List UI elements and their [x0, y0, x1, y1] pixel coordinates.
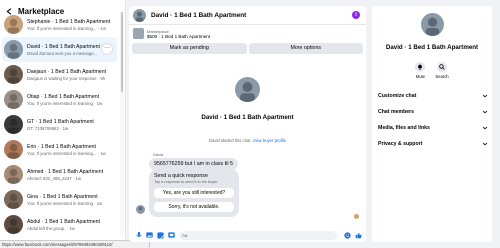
chevron-down-icon: [482, 94, 488, 98]
sticker-icon[interactable]: [157, 231, 164, 239]
more-options-icon[interactable]: ···: [101, 43, 113, 55]
quick-response-subtitle: Tap a response to send it to the buyer.: [154, 180, 219, 184]
avatar[interactable]: [420, 13, 444, 36]
conversation-preview: Abdul left the group. · 1w: [27, 225, 75, 231]
message-input[interactable]: Aa: [179, 230, 337, 240]
mute-label: Mute: [415, 74, 426, 79]
listing-title: $500 · 1 Bed 1 Bath Apartment: [147, 33, 211, 39]
conversation-name: Daejaun · 1 Bed 1 Bath Apartment: [27, 68, 107, 75]
avatar: [4, 90, 23, 109]
section-label: Customize chat: [378, 93, 417, 99]
chat-header: David · 1 Bed 1 Bath Apartment i: [129, 6, 366, 25]
conversation-item[interactable]: Ahmed · 1 Bed 1 Bath Apartment Ahmed: 832…: [0, 162, 119, 187]
avatar: [4, 115, 23, 134]
more-options-button[interactable]: More options: [248, 43, 363, 54]
section-label: Media, files and links: [378, 125, 430, 131]
photo-icon[interactable]: [146, 232, 153, 239]
avatar: [4, 165, 23, 184]
chevron-down-icon: [482, 110, 488, 114]
search-button[interactable]: Search: [435, 62, 449, 79]
chevron-down-icon: [482, 142, 488, 146]
conversation-item[interactable]: Gina · 1 Bed 1 Bath Apartment You: If you…: [0, 187, 119, 212]
quick-response-title: Send a quick response: [154, 173, 208, 179]
conversation-name: Stephanie · 1 Bed 1 Bath Apartment: [27, 18, 111, 25]
avatar[interactable]: [133, 8, 146, 22]
conversation-preview: GT: 7136706963 · 1w: [27, 125, 69, 131]
avatar: [4, 65, 23, 84]
section-label: Privacy & support: [378, 141, 423, 147]
mark-as-pending-button[interactable]: Mark as pending: [132, 43, 247, 54]
bell-icon: [415, 62, 426, 72]
details-panel: David · 1 Bed 1 Bath Apartment Mute Sear…: [372, 6, 492, 242]
conversation-preview: Daejaun is waiting for your response · 9…: [27, 75, 106, 81]
emoji-icon[interactable]: [344, 231, 351, 239]
search-icon: [437, 62, 447, 72]
avatar: [4, 15, 23, 34]
read-receipt-avatar: [354, 214, 359, 219]
conversation-preview: You: If you're interested in learning · …: [27, 200, 103, 206]
conversation-item[interactable]: Daejaun · 1 Bed 1 Bath Apartment Daejaun …: [0, 62, 119, 87]
section-customize-chat[interactable]: Customize chat: [372, 88, 492, 104]
section-media-files-links[interactable]: Media, files and links: [372, 120, 492, 136]
avatar: [4, 190, 23, 209]
section-privacy-support[interactable]: Privacy & support: [372, 136, 492, 152]
conversation-name: Abdul · 1 Bed 1 Bath Apartment: [27, 218, 100, 225]
conversation-list: Stephanie · 1 Bed 1 Bath Apartment You: I…: [0, 12, 119, 237]
conversation-name: Ahmed · 1 Bed 1 Bath Apartment: [27, 168, 104, 175]
chevron-down-icon: [482, 126, 488, 130]
listing-thumbnail: [133, 28, 144, 39]
details-sections: Customize chat Chat members Media, files…: [372, 88, 492, 152]
conversation-item[interactable]: David · 1 Bed 1 Bath Apartment David Zamo…: [2, 37, 117, 62]
chat-panel: David · 1 Bed 1 Bath Apartment i Marketp…: [129, 6, 366, 242]
search-label: Search: [435, 74, 449, 79]
avatar: [4, 215, 23, 234]
microphone-icon[interactable]: [135, 231, 142, 239]
conversation-preview: Ahmed: 832_468_2237 · 1w: [27, 175, 81, 181]
details-profile: David · 1 Bed 1 Bath Apartment: [372, 13, 492, 51]
chat-title[interactable]: David · 1 Bed 1 Bath Apartment: [151, 12, 246, 19]
conversation-item[interactable]: Erin · 1 Bed 1 Bath Apartment You: If you…: [0, 137, 119, 162]
section-label: Chat members: [378, 109, 415, 115]
details-name: David · 1 Bed 1 Bath Apartment: [385, 44, 479, 51]
details-actions: Mute Search: [372, 62, 492, 79]
marketplace-sidebar: Marketplace Stephanie · 1 Bed 1 Bath Apa…: [0, 0, 150, 248]
conversation-item[interactable]: Abdul · 1 Bed 1 Bath Apartment Abdul left…: [0, 212, 119, 237]
quick-response-card: Send a quick response Tap a response to …: [149, 169, 239, 217]
avatar: [4, 140, 23, 159]
like-thumb-icon[interactable]: [355, 232, 362, 239]
status-url: https://www.facebook.com/messages/t/6789…: [0, 240, 150, 248]
conversation-item[interactable]: Stephanie · 1 Bed 1 Bath Apartment You: I…: [0, 12, 119, 37]
listing-banner[interactable]: Marketplace $500 · 1 Bed 1 Bath Apartmen…: [129, 25, 366, 42]
started-text: David started this chat.: [209, 138, 252, 143]
section-chat-members[interactable]: Chat members: [372, 104, 492, 120]
listing-actions: Mark as pending More options: [129, 43, 366, 54]
mute-button[interactable]: Mute: [415, 62, 426, 79]
quick-reply-still-interested[interactable]: Yes, are you still interested?: [154, 188, 234, 198]
avatar: [136, 205, 145, 214]
sidebar-scroll-thumb[interactable]: [121, 12, 123, 92]
avatar: [4, 40, 23, 59]
view-buyer-profile-link[interactable]: View buyer profile: [253, 138, 286, 143]
message-sender: David: [153, 152, 164, 157]
gif-icon[interactable]: [168, 232, 175, 239]
conversation-item[interactable]: GT · 1 Bed 1 Bath Apartment GT: 713670696…: [0, 112, 119, 137]
conversation-item[interactable]: Otiap · 1 Bed 1 Bath Apartment You: If yo…: [0, 87, 119, 112]
chat-profile: David · 1 Bed 1 Bath Apartment: [129, 77, 366, 121]
avatar[interactable]: [235, 77, 260, 102]
conversation-preview: You: If you're interested in learning · …: [27, 100, 103, 106]
conversation-preview: You: If you're interested in learning...…: [27, 25, 107, 31]
conversation-name: GT · 1 Bed 1 Bath Apartment: [27, 118, 94, 125]
info-icon[interactable]: i: [352, 11, 360, 19]
conversation-preview: You: If you're interested in learning...…: [27, 150, 106, 156]
chat-started-note: David started this chat. View buyer prof…: [129, 138, 366, 143]
quick-reply-not-available[interactable]: Sorry, it's not available.: [154, 202, 234, 212]
chat-profile-name: David · 1 Bed 1 Bath Apartment: [201, 114, 294, 121]
conversation-name: Otiap · 1 Bed 1 Bath Apartment: [27, 93, 100, 100]
message-composer: Aa: [129, 228, 366, 242]
conversation-name: Gina · 1 Bed 1 Bath Apartment: [27, 193, 98, 200]
conversation-name: Erin · 1 Bed 1 Bath Apartment: [27, 143, 96, 150]
